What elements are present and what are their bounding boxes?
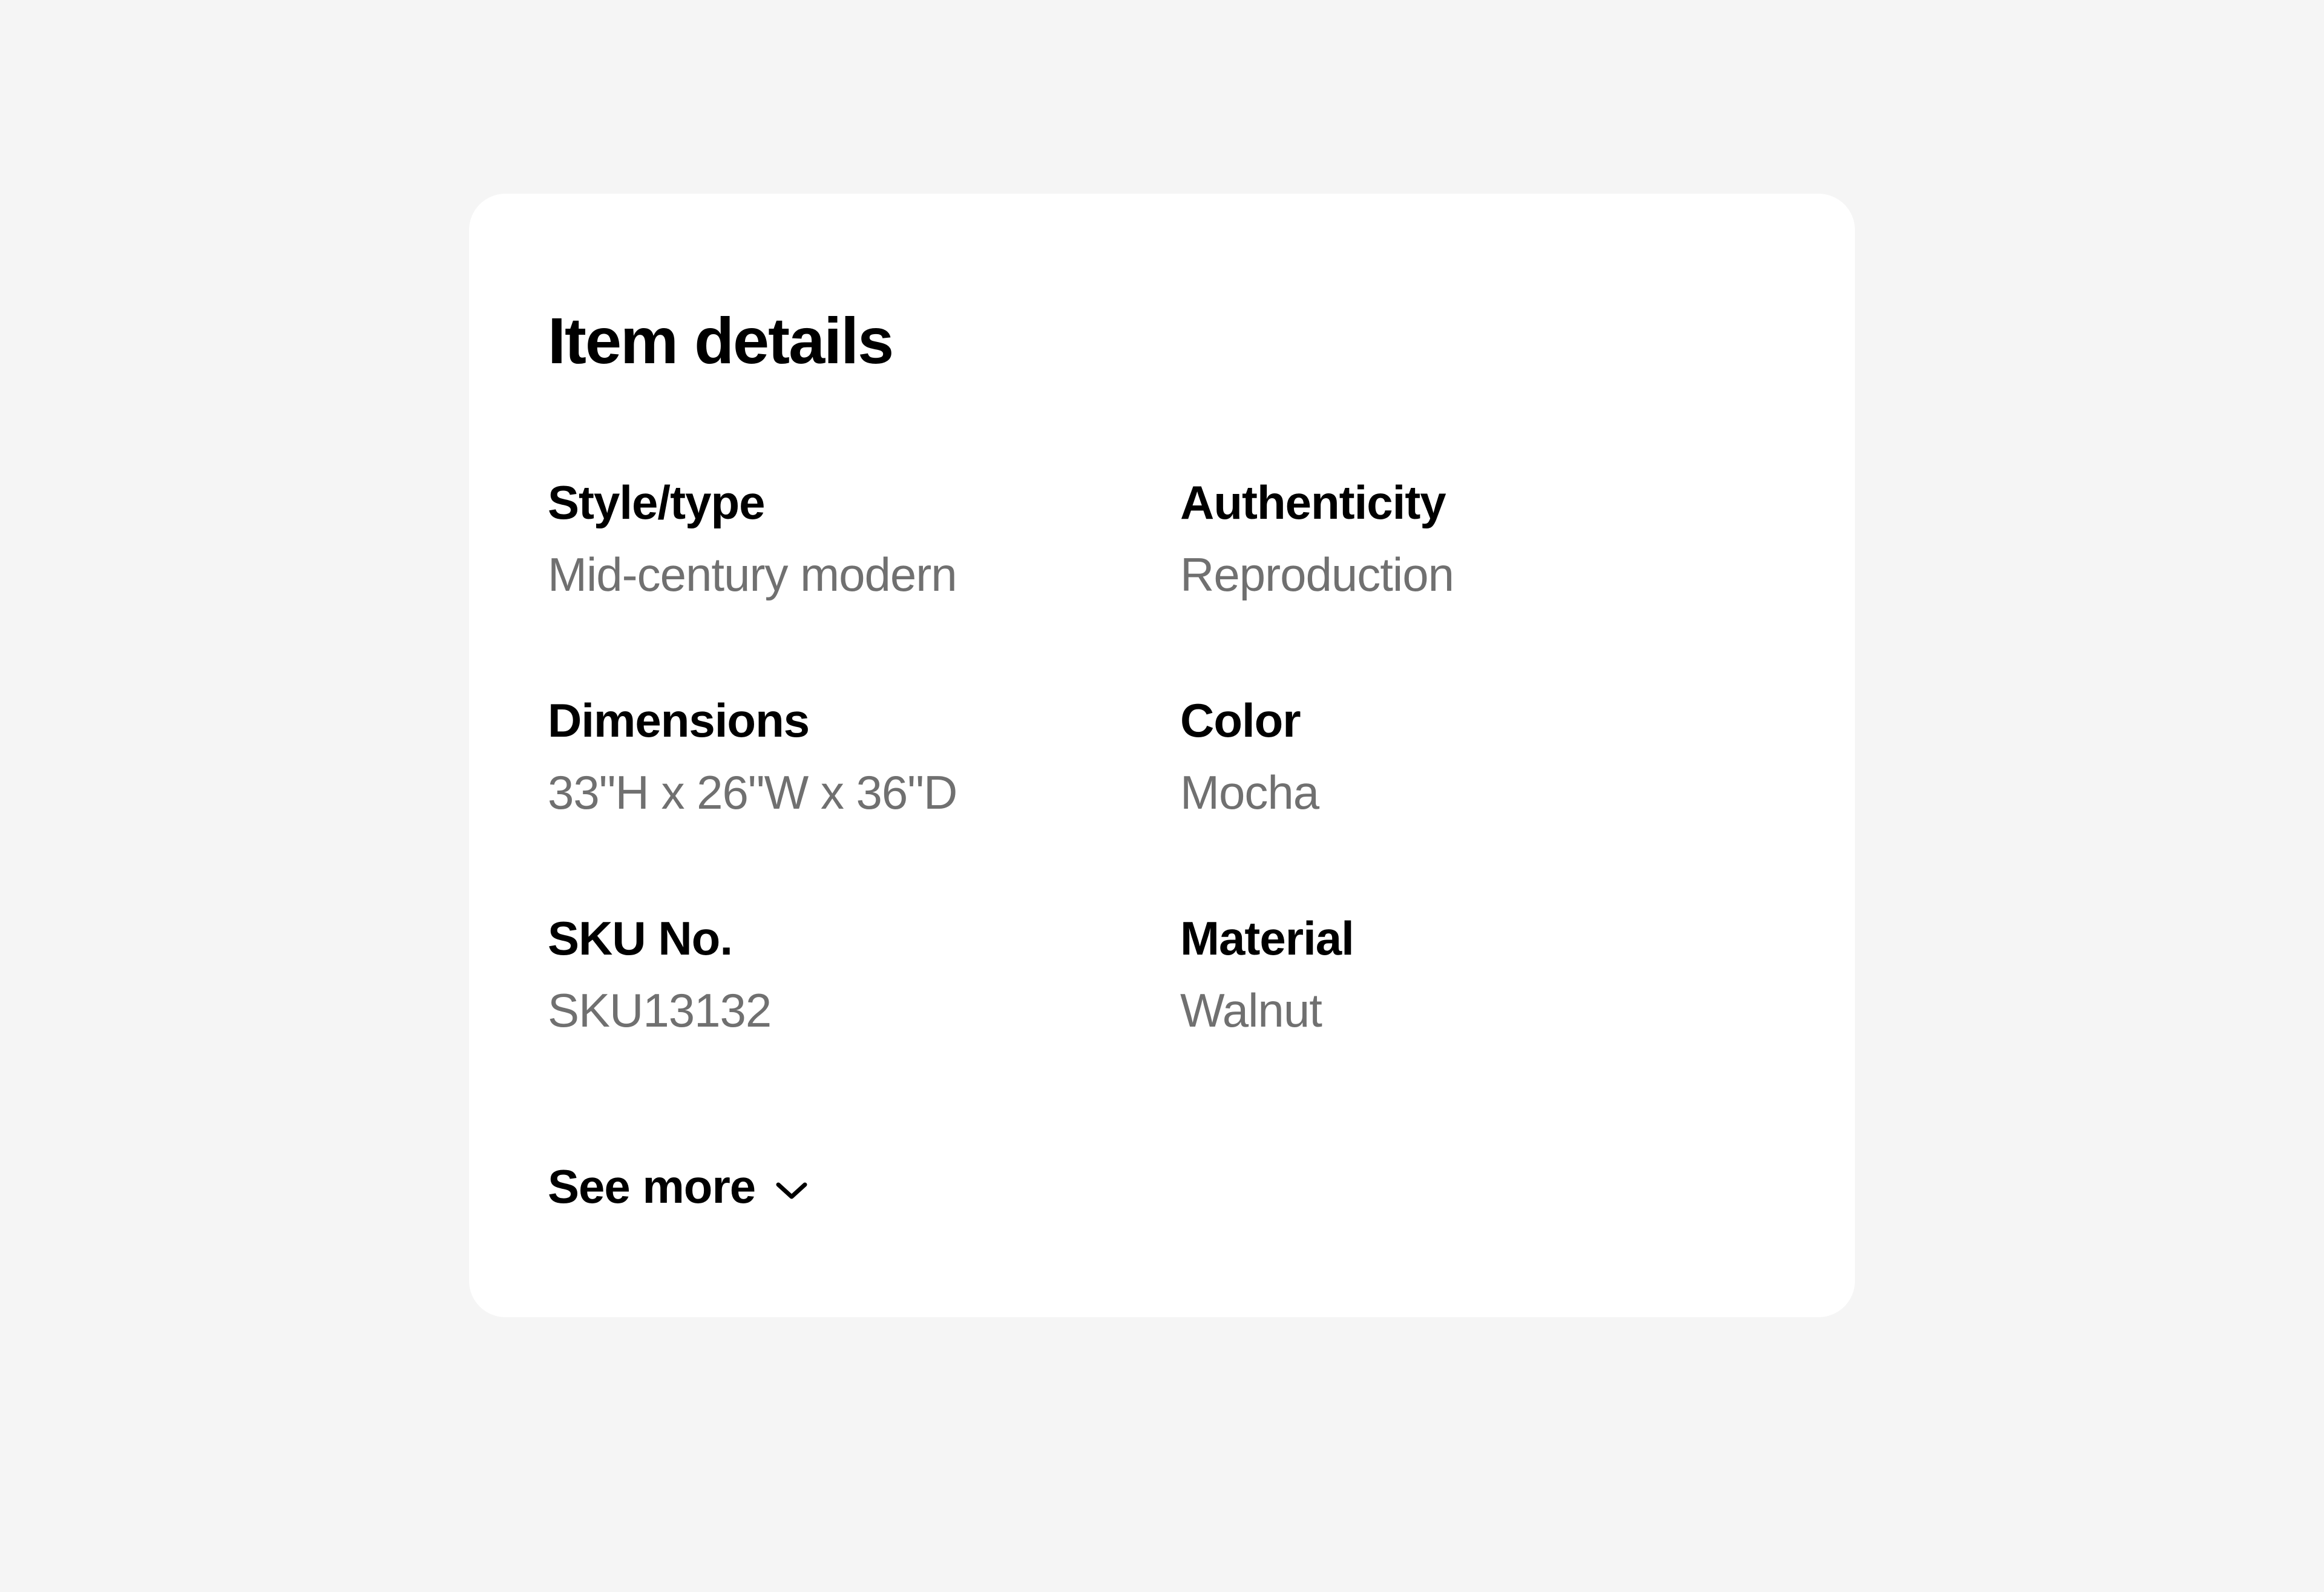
detail-value: Mid-century modern: [548, 547, 1144, 602]
see-more-label: See more: [548, 1159, 755, 1214]
see-more-button[interactable]: See more: [548, 1159, 809, 1214]
detail-value: Walnut: [1180, 983, 1776, 1038]
detail-style-type: Style/type Mid-century modern: [548, 475, 1144, 602]
detail-sku: SKU No. SKU13132: [548, 911, 1144, 1038]
detail-authenticity: Authenticity Reproduction: [1180, 475, 1776, 602]
detail-color: Color Mocha: [1180, 693, 1776, 820]
detail-value: 33"H x 26"W x 36"D: [548, 765, 1144, 820]
detail-label: Style/type: [548, 475, 1144, 530]
details-grid: Style/type Mid-century modern Authentici…: [548, 475, 1776, 1038]
detail-label: Material: [1180, 911, 1776, 966]
item-details-card: Item details Style/type Mid-century mode…: [469, 194, 1855, 1317]
chevron-down-icon: [775, 1180, 809, 1202]
detail-value: SKU13132: [548, 983, 1144, 1038]
detail-label: Dimensions: [548, 693, 1144, 748]
detail-value: Reproduction: [1180, 547, 1776, 602]
detail-dimensions: Dimensions 33"H x 26"W x 36"D: [548, 693, 1144, 820]
detail-material: Material Walnut: [1180, 911, 1776, 1038]
detail-value: Mocha: [1180, 765, 1776, 820]
card-title: Item details: [548, 303, 1776, 378]
detail-label: Color: [1180, 693, 1776, 748]
detail-label: SKU No.: [548, 911, 1144, 966]
detail-label: Authenticity: [1180, 475, 1776, 530]
